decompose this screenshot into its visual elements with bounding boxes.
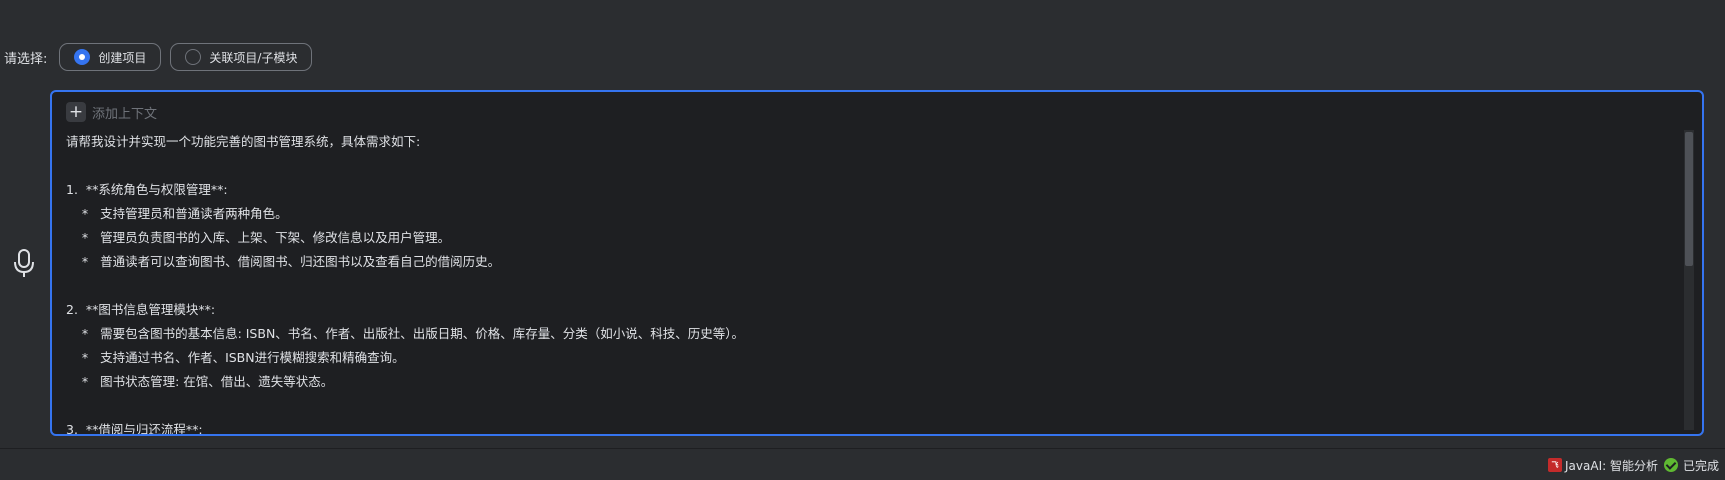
prompt-line: [66, 394, 1666, 418]
microphone-icon[interactable]: [12, 247, 36, 279]
project-mode-selector: 请选择: 创建项目 关联项目/子模块: [0, 42, 321, 72]
prompt-line: * 普通读者可以查询图书、借阅图书、归还图书以及查看自己的借阅历史。: [66, 254, 501, 269]
prompt-line: 1. **系统角色与权限管理**:: [66, 182, 228, 197]
radio-unselected-icon: [185, 49, 202, 65]
prompt-line: [66, 274, 1666, 298]
prompt-line: * 支持管理员和普通读者两种角色。: [66, 206, 288, 221]
prompt-input-box[interactable]: + 添加上下文 请帮我设计并实现一个功能完善的图书管理系统，具体需求如下: 1. …: [50, 90, 1704, 436]
prompt-line: * 需要包含图书的基本信息: ISBN、书名、作者、出版社、出版日期、价格、库存…: [66, 326, 745, 341]
selector-label: 请选择:: [4, 51, 48, 67]
scrollbar-thumb[interactable]: [1685, 132, 1693, 266]
plus-icon: +: [66, 102, 86, 122]
plugin-label: JavaAI: 智能分析: [1565, 458, 1658, 473]
prompt-line: * 图书状态管理: 在馆、借出、遗失等状态。: [66, 374, 334, 389]
prompt-line: * 支持通过书名、作者、ISBN进行模糊搜索和精确查询。: [66, 350, 405, 365]
prompt-line: 请帮我设计并实现一个功能完善的图书管理系统，具体需求如下:: [66, 134, 421, 149]
javaai-logo-icon: 飞: [1548, 458, 1563, 472]
prompt-text[interactable]: 请帮我设计并实现一个功能完善的图书管理系统，具体需求如下: 1. **系统角色与权…: [66, 130, 1666, 436]
vertical-scrollbar[interactable]: [1684, 130, 1694, 430]
radio-create-project[interactable]: 创建项目: [59, 43, 162, 71]
prompt-line: 2. **图书信息管理模块**:: [66, 302, 216, 317]
check-circle-icon: [1663, 458, 1678, 472]
status-bar: 飞 JavaAI: 智能分析 已完成: [0, 448, 1725, 480]
plugin-state: 已完成: [1682, 458, 1719, 473]
prompt-line: 3. **借阅与归还流程**:: [66, 422, 203, 436]
ai-chat-panel: 请选择: 创建项目 关联项目/子模块 + 添加上下文 请帮我设计并实现一个功能完…: [0, 0, 1725, 480]
prompt-line: * 管理员负责图书的入库、上架、下架、修改信息以及用户管理。: [66, 230, 451, 245]
prompt-line: [66, 154, 1666, 178]
radio-create-project-label: 创建项目: [98, 50, 147, 65]
radio-link-project[interactable]: 关联项目/子模块: [170, 43, 313, 71]
add-context-label: 添加上下文: [92, 106, 158, 122]
add-context-button[interactable]: + 添加上下文: [66, 102, 157, 122]
radio-link-project-label: 关联项目/子模块: [209, 50, 298, 65]
plugin-status[interactable]: 飞 JavaAI: 智能分析 已完成: [1548, 457, 1719, 473]
radio-selected-icon: [74, 49, 91, 65]
